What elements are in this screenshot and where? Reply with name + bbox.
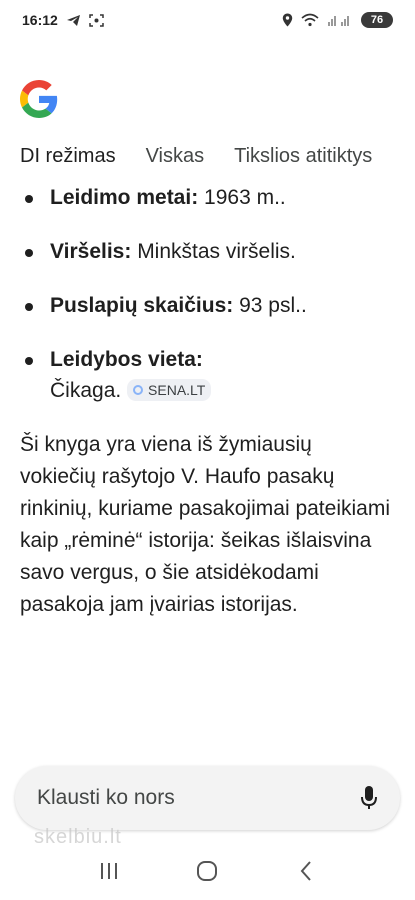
book-details-list: Leidimo metai: 1963 m.. Viršelis: Minkšt… <box>20 182 408 406</box>
detail-value: 93 psl.. <box>239 294 307 317</box>
signal-icon <box>327 13 353 27</box>
detail-label: Puslapių skaičius: <box>50 294 234 317</box>
list-item: Leidybos vieta: Čikaga. SENA.LT <box>20 344 408 406</box>
search-tabs: DI režimas Viskas Tikslios atitiktys <box>20 145 415 173</box>
ask-input[interactable] <box>35 785 360 811</box>
summary-paragraph: Ši knyga yra viena iš žymiausių vokiečių… <box>20 433 390 616</box>
system-nav-bar <box>0 842 415 900</box>
list-item: Viršelis: Minkštas viršelis. <box>20 236 408 267</box>
list-item: Puslapių skaičius: 93 psl.. <box>20 290 408 321</box>
loading-ring-icon <box>133 385 144 395</box>
wifi-icon <box>301 13 319 27</box>
tab-tikslios-atitiktys[interactable]: Tikslios atitiktys <box>234 145 372 173</box>
detail-label: Leidybos vieta: <box>50 348 203 371</box>
ask-bar[interactable] <box>15 766 400 830</box>
source-chip-label: SENA.LT <box>148 381 206 398</box>
telegram-icon <box>66 14 81 27</box>
status-bar: 16:12 76 <box>0 0 415 40</box>
status-time: 16:12 <box>22 12 58 28</box>
google-logo[interactable] <box>20 80 58 118</box>
list-item: Leidimo metai: 1963 m.. <box>20 182 408 213</box>
detail-label: Leidimo metai: <box>50 186 199 209</box>
source-chip[interactable]: SENA.LT <box>127 379 212 401</box>
detail-value: Minkštas viršelis. <box>137 240 296 263</box>
location-icon <box>282 13 293 27</box>
recent-apps-icon[interactable] <box>87 851 131 891</box>
detail-value: Čikaga. <box>50 379 122 402</box>
battery-icon: 76 <box>361 12 393 28</box>
back-icon[interactable] <box>284 851 328 891</box>
screenshot-icon <box>89 13 104 27</box>
mic-icon[interactable] <box>360 785 378 811</box>
tab-viskas[interactable]: Viskas <box>146 145 205 173</box>
detail-value: 1963 m.. <box>204 186 286 209</box>
tab-di-rezimas[interactable]: DI režimas <box>20 145 116 173</box>
home-icon[interactable] <box>185 851 229 891</box>
detail-label: Viršelis: <box>50 240 132 263</box>
ai-answer: Leidimo metai: 1963 m.. Viršelis: Minkšt… <box>20 182 408 621</box>
